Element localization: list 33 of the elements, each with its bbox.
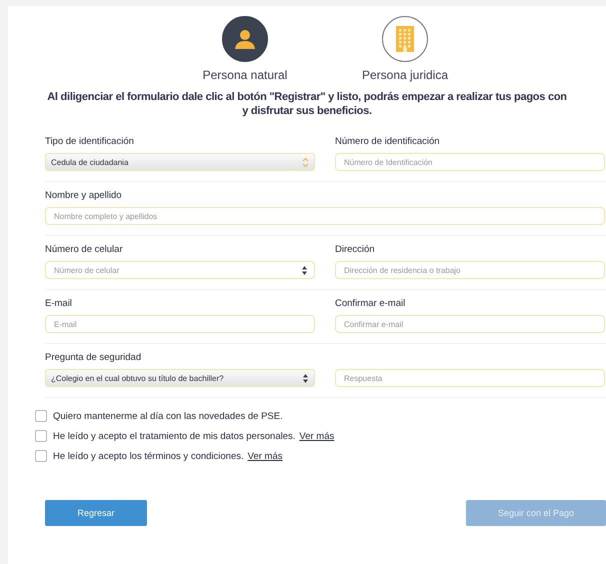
building-icon (396, 26, 414, 52)
input-field[interactable]: Confirmar e-mail (335, 315, 605, 333)
field-label: Confirmar e-mail (335, 298, 406, 310)
field-label: Pregunta de seguridad (45, 352, 142, 364)
input-field[interactable]: Dirección de residencia o trabajo (335, 261, 605, 279)
intro-text: y disfrutar sus beneficios. (242, 104, 372, 118)
field-label: Tipo de identificación (45, 136, 135, 148)
more-link[interactable]: Ver más (248, 450, 282, 462)
checkbox[interactable] (35, 450, 47, 462)
more-link[interactable]: Ver más (299, 430, 334, 442)
input-field[interactable]: Número de Identificación (335, 153, 605, 171)
field-label: Número de celular (45, 244, 124, 256)
intro-text: Al diligenciar el formulario dale clic al botón "Registrar" y listo, podrás empezar a realizar tus pagos con (47, 90, 567, 104)
input-field[interactable]: Respuesta (335, 369, 605, 387)
select-field[interactable]: ¿Colegio en el cual obtuvo su título de bachiller? (45, 369, 315, 387)
updown-arrows-icon (302, 156, 309, 168)
checkbox-label: He leído y acepto los términos y condiciones. (53, 450, 244, 462)
field-label: Dirección (335, 244, 376, 256)
updown-arrows-icon (301, 264, 308, 276)
field-label: Número de identificación (335, 136, 441, 148)
field-label: Nombre y apellido (45, 190, 123, 202)
input-field[interactable]: E-mail (45, 315, 315, 333)
checkbox-label: Quiero mantenerme al día con las novedades de PSE. (53, 410, 283, 422)
person-icon (234, 29, 256, 49)
person-type-tab[interactable]: Persona natural (190, 16, 300, 82)
select-field[interactable]: Cedula de ciudadania (45, 153, 315, 171)
field-label: E-mail (45, 298, 73, 310)
checkbox[interactable] (35, 430, 47, 442)
updown-arrows-icon (302, 372, 309, 384)
input-field[interactable]: Nombre completo y apellidos (45, 207, 605, 225)
checkbox[interactable] (35, 410, 47, 422)
person-type-tab[interactable]: Persona juridica (350, 16, 460, 82)
checkbox-label: He leído y acepto el tratamiento de mis datos personales. (53, 430, 296, 442)
